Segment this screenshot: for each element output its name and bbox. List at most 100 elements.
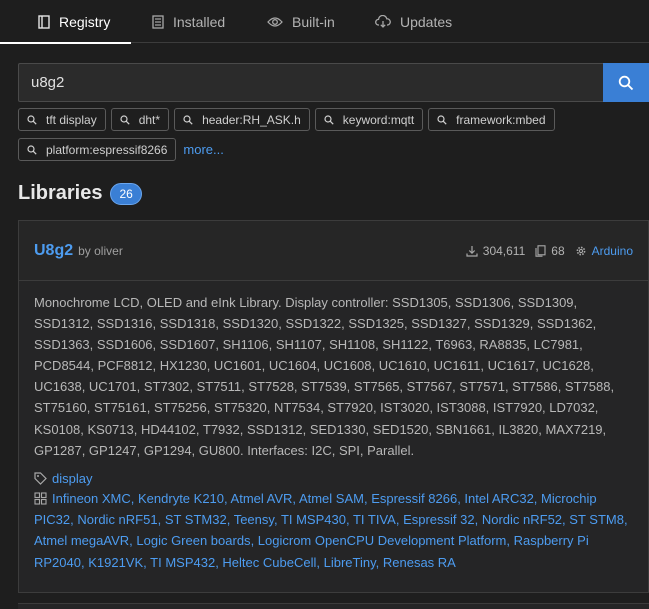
tab-registry[interactable]: Registry [0,0,131,44]
libraries-heading: Libraries 26 [18,182,142,205]
platform-separator: , [345,512,353,528]
search-icon [183,114,193,125]
framework-stat: Arduino [575,244,633,258]
tab-registry-label: Registry [59,13,111,30]
library-description: Monochrome LCD, OLED and eInk Library. D… [34,295,615,458]
platform-link[interactable]: Infineon XMC [52,491,131,506]
tab-installed[interactable]: Installed [131,0,246,43]
platform-separator: , [226,512,234,528]
tab-updates-label: Updates [400,13,453,30]
platform-link[interactable]: TI MSP430 [281,512,346,527]
query-chip[interactable]: header:RH_ASK.h [174,108,310,131]
platform-link[interactable]: Logic Green boards [136,533,250,548]
platform-separator: , [273,512,281,528]
search-icon [437,114,447,125]
downloads-stat: 304,611 [466,243,526,258]
installed-list-icon [152,14,164,29]
query-chip-label: dht* [138,112,161,127]
search-icon [27,144,37,155]
downloads-count: 304,611 [482,243,526,258]
search-input[interactable] [18,63,603,102]
query-chip-label: platform:espressif8266 [46,142,168,157]
platform-link[interactable]: Kendryte K210 [138,491,224,506]
query-chip[interactable]: platform:espressif8266 [18,138,177,161]
platform-link[interactable]: ST STM32 [165,512,227,527]
next-library-card-edge [18,603,649,609]
library-card: U8g2 by oliver 304,611 68 Arduino Monoch… [18,220,649,593]
examples-count: 68 [551,243,565,258]
search-icon [120,114,130,125]
tab-builtin[interactable]: Built-in [246,0,354,43]
platforms-grid-icon [34,492,47,505]
platform-link[interactable]: Intel ARC32 [464,491,533,506]
query-chip[interactable]: framework:mbed [428,108,555,131]
library-stats: 304,611 68 Arduino [456,244,633,258]
platform-link[interactable]: Atmel megaAVR [34,533,129,548]
platform-link[interactable]: ST STM8 [569,512,624,527]
platform-separator: , [157,512,165,528]
platform-link[interactable]: Nordic nRF52 [482,512,562,527]
platforms-list: Infineon XMC, Kendryte K210, Atmel AVR, … [34,488,634,573]
platform-separator: , [623,512,628,528]
platform-link[interactable]: TI MSP432 [150,555,215,570]
library-name-link[interactable]: U8g2 [34,242,73,260]
platform-link[interactable]: Teensy [234,512,274,527]
tab-installed-label: Installed [173,13,226,30]
query-chip[interactable]: keyword:mqtt [314,108,424,131]
libraries-count-badge: 26 [110,182,142,205]
search-bar [18,63,649,102]
platform-links: Infineon XMC, Kendryte K210, Atmel AVR, … [34,491,628,570]
platform-link[interactable]: LibreTiny [324,555,376,570]
tab-updates[interactable]: Updates [354,0,464,43]
search-icon [324,114,334,125]
platform-link[interactable]: Heltec CubeCell [222,555,316,570]
platform-link[interactable]: Atmel SAM [299,491,364,506]
tab-builtin-label: Built-in [292,13,335,30]
library-author: by oliver [78,243,123,258]
examples-stat: 68 [535,243,565,258]
eye-icon [267,16,283,27]
query-chip-label: tft display [46,112,97,127]
platform-link[interactable]: K1921VK [88,555,143,570]
query-chip[interactable]: dht* [110,108,170,131]
query-chip-label: header:RH_ASK.h [202,112,301,127]
platform-link[interactable]: Renesas RA [383,555,456,570]
platform-link[interactable]: Espressif 8266 [371,491,457,506]
cloud-download-icon [375,15,391,28]
platform-separator: , [316,554,324,570]
platform-separator: , [533,490,542,506]
platform-separator: , [375,554,383,570]
platform-separator: , [395,512,404,528]
query-chip-label: framework:mbed [456,112,546,127]
search-button[interactable] [603,63,649,102]
gear-icon [576,246,586,255]
libraries-title: Libraries [18,182,103,204]
tag-icon [34,472,47,485]
chip-row: tft display dht* header:RH_ASK.h keyword… [18,108,618,131]
files-icon [535,244,546,257]
example-query-chips: tft display dht* header:RH_ASK.h keyword… [18,108,618,168]
platform-link[interactable]: TI TIVA [353,512,396,527]
platform-link[interactable]: Espressif 32 [403,512,475,527]
platform-separator: , [506,533,514,549]
tab-bar: Registry Installed Built-in Updates [0,0,649,44]
keywords-row: display [34,471,633,486]
platform-link[interactable]: Logicrom OpenCPU Development Platform [258,533,507,548]
keyword-link[interactable]: display [52,471,92,486]
platform-separator: , [474,512,482,528]
platform-separator: , [250,533,258,549]
query-chip[interactable]: tft display [18,108,106,131]
book-icon [38,14,50,29]
download-icon [466,245,478,257]
search-icon [618,75,634,90]
platform-link[interactable]: Nordic nRF51 [77,512,157,527]
more-queries-link[interactable]: more... [183,142,223,157]
framework-link[interactable]: Arduino [592,244,633,258]
chip-row: platform:espressif8266 more... [18,138,618,161]
library-card-body: Monochrome LCD, OLED and eInk Library. D… [19,281,648,573]
library-card-header: U8g2 by oliver 304,611 68 Arduino [19,221,648,281]
query-chip-label: keyword:mqtt [342,112,415,127]
search-icon [27,114,37,125]
platform-separator: , [130,490,138,506]
platform-link[interactable]: Atmel AVR [231,491,293,506]
